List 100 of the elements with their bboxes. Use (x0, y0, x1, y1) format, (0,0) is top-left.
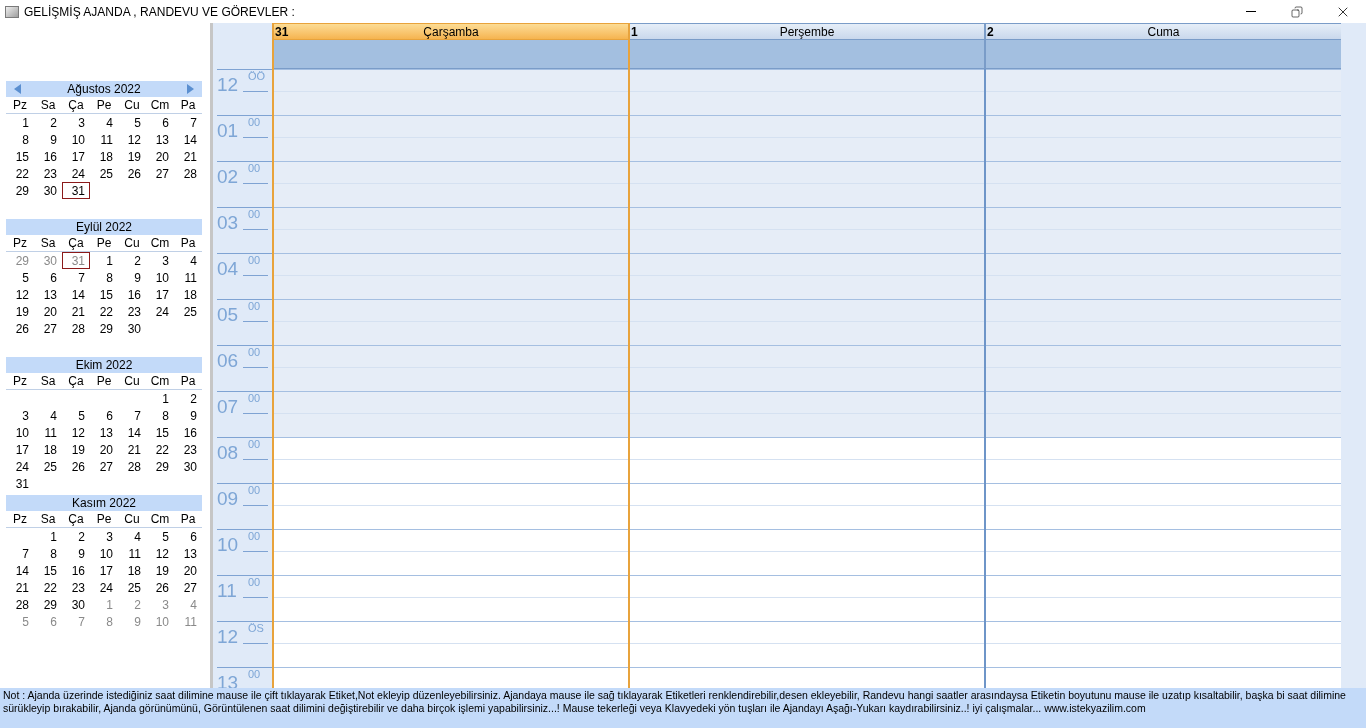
calendar-day[interactable]: 2 (62, 528, 90, 545)
calendar-day[interactable]: 21 (62, 303, 90, 320)
calendar-day[interactable]: 25 (90, 165, 118, 182)
calendar-day[interactable]: 25 (34, 458, 62, 475)
calendar-day[interactable]: 10 (146, 613, 174, 630)
calendar-day[interactable]: 10 (62, 131, 90, 148)
calendar-day[interactable]: 30 (34, 252, 62, 269)
calendar-day[interactable]: 27 (174, 579, 202, 596)
calendar-day[interactable]: 1 (34, 528, 62, 545)
calendar-day[interactable]: 17 (146, 286, 174, 303)
calendar-day[interactable]: 17 (6, 441, 34, 458)
calendar-day[interactable]: 3 (90, 528, 118, 545)
calendar-day[interactable]: 23 (62, 579, 90, 596)
calendar-day[interactable]: 8 (146, 407, 174, 424)
calendar-day[interactable]: 14 (6, 562, 34, 579)
all-day-area[interactable] (630, 40, 984, 69)
calendar-day[interactable]: 12 (146, 545, 174, 562)
calendar-day[interactable]: 22 (6, 165, 34, 182)
calendar-day[interactable]: 1 (146, 390, 174, 407)
calendar-day[interactable]: 24 (146, 303, 174, 320)
time-slot[interactable] (630, 391, 984, 437)
calendar-day[interactable]: 13 (174, 545, 202, 562)
calendar-day[interactable]: 6 (174, 528, 202, 545)
time-slot[interactable] (630, 345, 984, 391)
calendar-day[interactable]: 2 (118, 596, 146, 613)
calendar-day[interactable]: 4 (90, 114, 118, 131)
calendar-day[interactable]: 17 (62, 148, 90, 165)
calendar-day[interactable]: 31 (62, 252, 90, 269)
calendar-day[interactable]: 7 (6, 545, 34, 562)
time-slot[interactable] (630, 161, 984, 207)
calendar-day[interactable]: 30 (34, 182, 62, 199)
calendar-day[interactable]: 26 (118, 165, 146, 182)
calendar-day[interactable]: 8 (90, 269, 118, 286)
calendar-day[interactable]: 7 (174, 114, 202, 131)
calendar-day[interactable]: 5 (118, 114, 146, 131)
calendar-day[interactable]: 28 (6, 596, 34, 613)
time-slot[interactable] (986, 345, 1341, 391)
calendar-day[interactable]: 9 (174, 407, 202, 424)
calendar-day[interactable]: 10 (6, 424, 34, 441)
calendar-day[interactable]: 10 (90, 545, 118, 562)
time-slot[interactable] (986, 161, 1341, 207)
calendar-day[interactable]: 11 (174, 269, 202, 286)
calendar-day[interactable]: 21 (174, 148, 202, 165)
calendar-day[interactable]: 15 (90, 286, 118, 303)
time-slot[interactable] (630, 115, 984, 161)
calendar-day[interactable]: 31 (62, 182, 90, 199)
calendar-day[interactable]: 21 (118, 441, 146, 458)
time-slot[interactable] (986, 299, 1341, 345)
calendar-day[interactable]: 2 (174, 390, 202, 407)
calendar-day[interactable]: 26 (6, 320, 34, 337)
calendar-day[interactable]: 24 (62, 165, 90, 182)
calendar-day[interactable]: 12 (6, 286, 34, 303)
calendar-day[interactable]: 21 (6, 579, 34, 596)
calendar-day[interactable]: 16 (34, 148, 62, 165)
calendar-day[interactable]: 14 (118, 424, 146, 441)
calendar-day[interactable]: 6 (34, 613, 62, 630)
calendar-day[interactable]: 22 (146, 441, 174, 458)
calendar-day[interactable]: 10 (146, 269, 174, 286)
calendar-day[interactable]: 29 (34, 596, 62, 613)
calendar-day[interactable]: 20 (146, 148, 174, 165)
calendar-day[interactable]: 14 (174, 131, 202, 148)
calendar-day[interactable]: 20 (34, 303, 62, 320)
calendar-day[interactable]: 30 (62, 596, 90, 613)
calendar-day[interactable]: 15 (34, 562, 62, 579)
calendar-day[interactable]: 26 (62, 458, 90, 475)
calendar-day[interactable]: 27 (90, 458, 118, 475)
time-slot[interactable] (274, 345, 628, 391)
calendar-day[interactable]: 6 (90, 407, 118, 424)
calendar-day[interactable]: 22 (34, 579, 62, 596)
calendar-day[interactable]: 16 (174, 424, 202, 441)
calendar-day[interactable]: 11 (34, 424, 62, 441)
calendar-day[interactable]: 30 (174, 458, 202, 475)
all-day-area[interactable] (986, 40, 1341, 69)
calendar-day[interactable]: 19 (146, 562, 174, 579)
calendar-day[interactable]: 9 (34, 131, 62, 148)
calendar-day[interactable]: 18 (90, 148, 118, 165)
calendar-day[interactable]: 12 (62, 424, 90, 441)
calendar-day[interactable]: 29 (146, 458, 174, 475)
all-day-area[interactable] (274, 40, 628, 69)
time-slot[interactable] (274, 299, 628, 345)
previous-arrow-icon[interactable] (14, 84, 21, 94)
calendar-day[interactable]: 2 (34, 114, 62, 131)
calendar-day[interactable]: 6 (146, 114, 174, 131)
time-slot[interactable] (986, 391, 1341, 437)
calendar-day[interactable]: 29 (6, 252, 34, 269)
time-slot[interactable] (274, 69, 628, 115)
calendar-day[interactable]: 8 (90, 613, 118, 630)
calendar-day[interactable]: 12 (118, 131, 146, 148)
calendar-day[interactable]: 18 (34, 441, 62, 458)
calendar-day[interactable]: 25 (174, 303, 202, 320)
calendar-day[interactable]: 20 (174, 562, 202, 579)
calendar-day[interactable]: 1 (90, 252, 118, 269)
calendar-day[interactable]: 5 (6, 269, 34, 286)
time-slot[interactable] (630, 207, 984, 253)
time-slot[interactable] (274, 207, 628, 253)
calendar-day[interactable]: 25 (118, 579, 146, 596)
time-slot[interactable] (630, 69, 984, 115)
calendar-day[interactable]: 16 (62, 562, 90, 579)
calendar-day[interactable]: 19 (118, 148, 146, 165)
calendar-day[interactable]: 5 (62, 407, 90, 424)
